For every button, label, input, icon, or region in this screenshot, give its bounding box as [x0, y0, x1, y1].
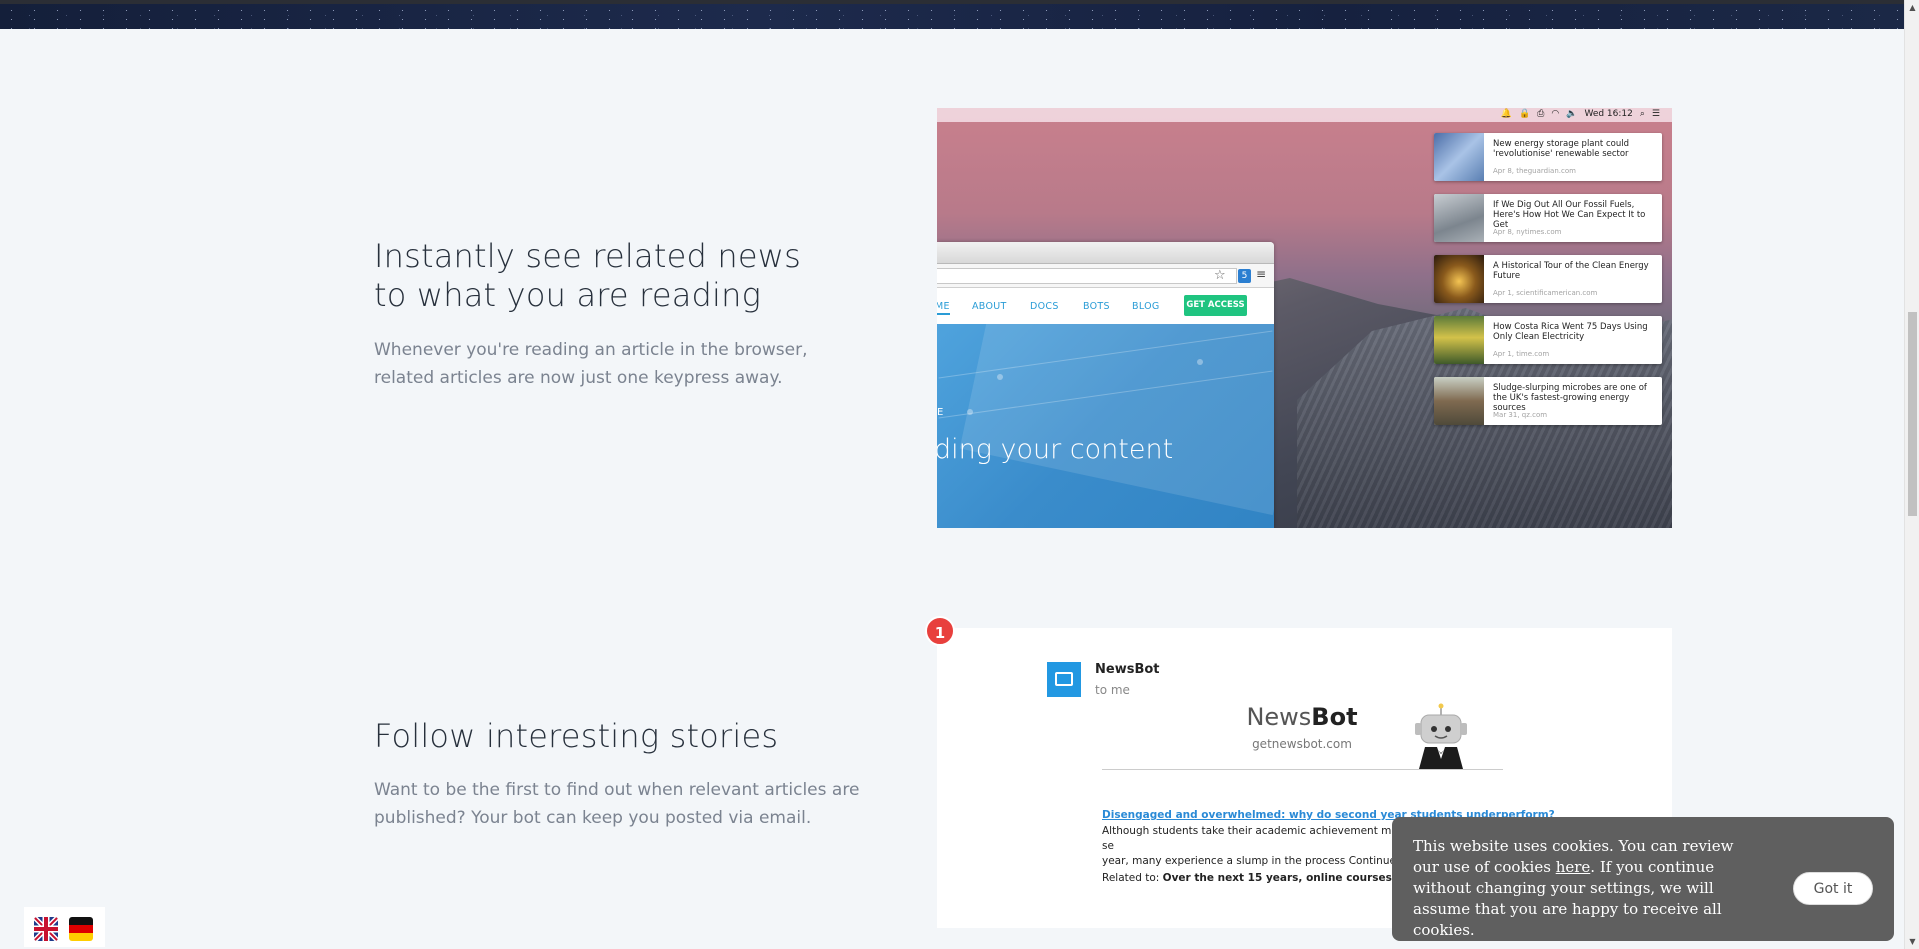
nav-about: ABOUT — [972, 301, 1007, 312]
nav-docs: DOCS — [1030, 301, 1059, 312]
page-scrollbar[interactable]: ▲ ▼ — [1904, 0, 1919, 949]
notification-badge: 1 — [925, 616, 955, 646]
news-thumbnail — [1434, 133, 1484, 181]
news-title: A Historical Tour of the Clean Energy Fu… — [1493, 261, 1649, 281]
nav-blog: BLOG — [1132, 301, 1160, 312]
news-meta: Apr 8, nytimes.com — [1493, 228, 1562, 236]
germany-flag-icon[interactable] — [69, 917, 93, 941]
section2-description-line1: Want to be the first to find out when re… — [374, 780, 860, 800]
section1-heading-line1: Instantly see related news — [374, 237, 801, 275]
news-meta: Mar 31, qz.com — [1493, 411, 1548, 419]
email-sender: NewsBot — [1095, 662, 1160, 677]
news-title: Sludge-slurping microbes are one of the … — [1493, 383, 1647, 413]
news-title: New energy storage plant could 'revoluti… — [1493, 139, 1629, 159]
news-card: A Historical Tour of the Clean Energy Fu… — [1434, 255, 1662, 303]
browser-tabbar — [937, 242, 1274, 264]
browser-window: ☆ 5 ≡ ME ABOUT DOCS BOTS BLOG GET ACCESS… — [937, 242, 1274, 528]
language-switcher — [24, 907, 105, 947]
section1-description: Whenever you're reading an article in th… — [374, 336, 808, 392]
related-to: Related to: Over the next 15 years, onli… — [1102, 872, 1402, 884]
robot-mascot-icon — [1415, 703, 1467, 769]
article-excerpt: Although students take their academic ac… — [1102, 824, 1422, 869]
nav-home: ME — [937, 301, 950, 315]
section2-description-line2: published? Your bot can keep you posted … — [374, 808, 812, 828]
volume-icon: 🔈 — [1566, 109, 1578, 119]
news-thumbnail — [1434, 255, 1484, 303]
logo-part1: News — [1246, 703, 1312, 731]
wifi-icon: ◠ — [1551, 109, 1560, 119]
site-hero: E ding your content — [937, 324, 1274, 528]
news-meta: Apr 8, theguardian.com — [1493, 167, 1576, 175]
notification-icon: 🔔 — [1500, 109, 1512, 119]
cookie-banner: This website uses cookies. You can revie… — [1392, 817, 1894, 941]
bookmark-star-icon: ☆ — [1214, 268, 1226, 283]
hero-headline: ding your content — [937, 434, 1174, 465]
uk-flag-icon[interactable] — [34, 917, 58, 941]
browser-toolbar: ☆ 5 ≡ — [937, 264, 1274, 288]
extension-badge: 5 — [1238, 269, 1251, 283]
address-bar — [937, 268, 1237, 284]
hero-kicker: E — [937, 407, 945, 418]
news-card: New energy storage plant could 'revoluti… — [1434, 133, 1662, 181]
section1-heading: Instantly see related news to what you a… — [374, 237, 801, 315]
news-thumbnail — [1434, 377, 1484, 425]
menubar-clock: Wed 16:12 — [1584, 109, 1633, 119]
related-value: Over the next 15 years, online courses — [1162, 872, 1392, 884]
scroll-up-icon[interactable]: ▲ — [1905, 0, 1919, 15]
scrollbar-thumb[interactable] — [1908, 312, 1917, 516]
section1-description-line2: related articles are now just one keypre… — [374, 368, 783, 388]
news-card: If We Dig Out All Our Fossil Fuels, Here… — [1434, 194, 1662, 242]
cookie-accept-button[interactable]: Got it — [1793, 872, 1873, 905]
section2-heading: Follow interesting stories — [374, 717, 779, 755]
logo-part2: Bot — [1311, 703, 1358, 731]
news-meta: Apr 1, time.com — [1493, 350, 1550, 358]
section1-description-line1: Whenever you're reading an article in th… — [374, 340, 808, 360]
cookie-message: This website uses cookies. You can revie… — [1413, 836, 1758, 941]
menu-list-icon: ☰ — [1651, 109, 1660, 119]
browser-menu-icon: ≡ — [1256, 267, 1267, 281]
news-card: Sludge-slurping microbes are one of the … — [1434, 377, 1662, 425]
email-recipient: to me — [1095, 683, 1130, 697]
site-nav: ME ABOUT DOCS BOTS BLOG GET ACCESS — [937, 288, 1274, 324]
section1-heading-line2: to what you are reading — [374, 276, 762, 314]
newsbot-url: getnewsbot.com — [1252, 737, 1352, 751]
email-divider — [1102, 769, 1503, 770]
nav-bots: BOTS — [1083, 301, 1110, 312]
newsbot-logo: NewsBot — [1200, 703, 1404, 731]
news-card: How Costa Rica Went 75 Days Using Only C… — [1434, 316, 1662, 364]
news-title: If We Dig Out All Our Fossil Fuels, Here… — [1493, 200, 1646, 230]
get-access-button: GET ACCESS — [1184, 295, 1247, 316]
section2-description: Want to be the first to find out when re… — [374, 776, 859, 832]
spotlight-icon: ⌕ — [1639, 109, 1645, 119]
scroll-down-icon[interactable]: ▼ — [1905, 934, 1919, 949]
news-thumbnail — [1434, 194, 1484, 242]
cookie-policy-link[interactable]: here — [1556, 858, 1591, 876]
newsbot-avatar-icon — [1047, 662, 1081, 697]
header-banner — [0, 0, 1904, 29]
printer-icon: ⎙ — [1537, 109, 1545, 119]
article-excerpt-line1: Although students take their academic ac… — [1102, 825, 1409, 852]
news-thumbnail — [1434, 316, 1484, 364]
article-excerpt-line2: year, many experience a slump in the pro… — [1102, 855, 1415, 867]
related-news-screenshot: 🔔 🔒 ⎙ ◠ 🔈 Wed 16:12 ⌕ ☰ ☆ 5 ≡ ME ABOUT D… — [937, 108, 1672, 528]
lock-icon: 🔒 — [1518, 109, 1531, 119]
news-meta: Apr 1, scientificamerican.com — [1493, 289, 1598, 297]
mac-menubar: 🔔 🔒 ⎙ ◠ 🔈 Wed 16:12 ⌕ ☰ — [937, 108, 1672, 122]
related-label: Related to: — [1102, 872, 1160, 884]
news-title: How Costa Rica Went 75 Days Using Only C… — [1493, 322, 1648, 342]
